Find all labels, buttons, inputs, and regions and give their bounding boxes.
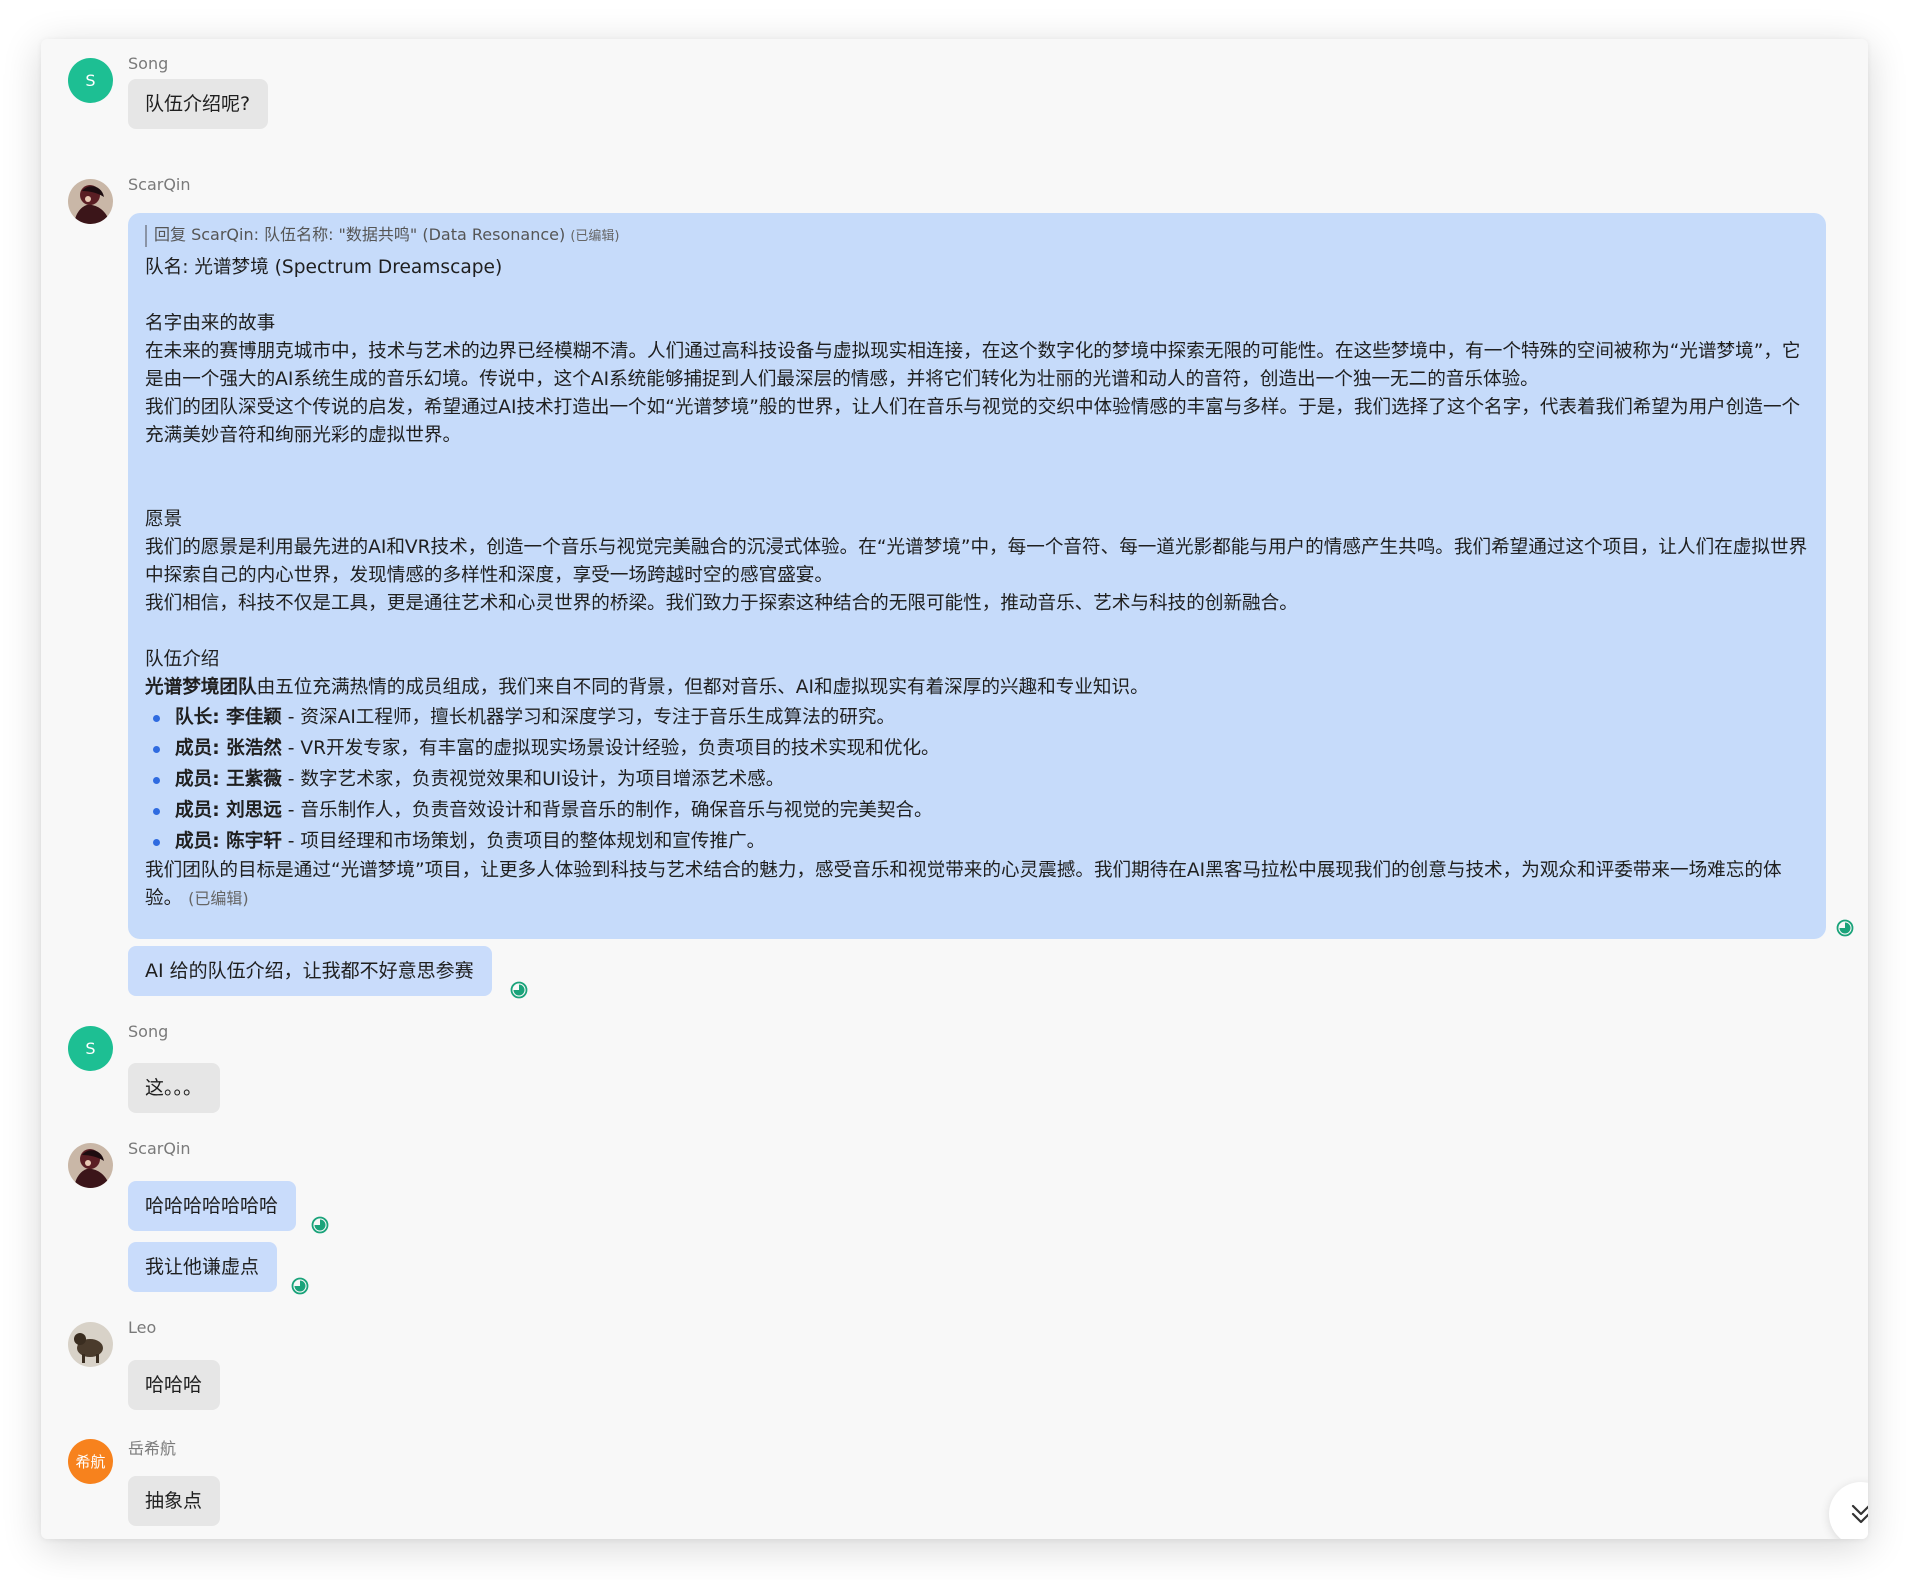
sender-name: Leo — [128, 1318, 157, 1337]
sender-name: 岳希航 — [128, 1439, 177, 1458]
story-paragraph: 我们的团队深受这个传说的启发，希望通过AI技术打造出一个如“光谱梦境”般的世界，… — [145, 397, 1801, 446]
story-paragraph: 在未来的赛博朋克城市中，技术与艺术的边界已经模糊不清。人们通过高科技设备与虚拟现… — [145, 341, 1801, 390]
read-check-icon — [510, 981, 528, 999]
member-item: 队长: 李佳颖 - 资深AI工程师，擅长机器学习和深度学习，专注于音乐生成算法的… — [153, 702, 1808, 733]
closing-paragraph: 我们团队的目标是通过“光谱梦境”项目，让更多人体验到科技与艺术结合的魅力，感受音… — [145, 857, 1808, 913]
vision-title: 愿景 — [145, 509, 183, 530]
message-bubble[interactable]: 哈哈哈 — [128, 1360, 221, 1410]
read-check-icon — [291, 1277, 309, 1295]
message-bubble[interactable]: 这。。。 — [128, 1063, 221, 1113]
edited-tag: (已编辑) — [188, 889, 249, 908]
edited-tag: (已编辑) — [570, 229, 620, 244]
vision-paragraph: 我们相信，科技不仅是工具，更是通往艺术和心灵世界的桥梁。我们致力于探索这种结合的… — [145, 593, 1298, 614]
member-desc: - VR开发专家，有丰富的虚拟现实场景设计经验，负责项目的技术实现和优化。 — [281, 738, 940, 759]
reply-quote[interactable]: 回复 ScarQin: 队伍名称: "数据共鸣" (Data Resonance… — [145, 225, 1808, 247]
team-intro-bold: 光谱梦境团队 — [145, 677, 257, 698]
member-item: 成员: 王紫薇 - 数字艺术家，负责视觉效果和UI设计，为项目增添艺术感。 — [153, 764, 1808, 795]
team-intro-text: 由五位充满热情的成员组成，我们来自不同的背景，但都对音乐、AI和虚拟现实有着深厚… — [256, 677, 1149, 698]
vision-paragraph: 我们的愿景是利用最先进的AI和VR技术，创造一个音乐与视觉完美融合的沉浸式体验。… — [145, 537, 1808, 586]
scroll-to-bottom-button[interactable] — [1829, 1482, 1868, 1539]
chat-window: S Song 队伍介绍呢? ScarQin 回复 ScarQin: 队伍名称: … — [41, 39, 1868, 1539]
member-list: 队长: 李佳颖 - 资深AI工程师，擅长机器学习和深度学习，专注于音乐生成算法的… — [145, 702, 1808, 857]
message-bubble[interactable]: 我让他谦虚点 — [128, 1242, 278, 1292]
message-bubble[interactable]: 抽象点 — [128, 1476, 221, 1526]
sender-name: ScarQin — [128, 1139, 191, 1158]
member-desc: - 数字艺术家，负责视觉效果和UI设计，为项目增添艺术感。 — [281, 769, 785, 790]
member-desc: - 资深AI工程师，擅长机器学习和深度学习，专注于音乐生成算法的研究。 — [281, 707, 896, 728]
avatar-song[interactable]: S — [68, 1026, 113, 1071]
team-intro: 光谱梦境团队由五位充满热情的成员组成，我们来自不同的背景，但都对音乐、AI和虚拟… — [145, 674, 1808, 702]
team-name-line: 队名: 光谱梦境 (Spectrum Dreamscape) — [145, 257, 503, 278]
reply-quote-text: 回复 ScarQin: 队伍名称: "数据共鸣" (Data Resonance… — [154, 225, 566, 244]
member-desc: - 项目经理和市场策划，负责项目的整体规划和宣传推广。 — [281, 831, 766, 852]
long-message-bubble[interactable]: 回复 ScarQin: 队伍名称: "数据共鸣" (Data Resonance… — [128, 213, 1826, 939]
member-desc: - 音乐制作人，负责音效设计和背景音乐的制作，确保音乐与视觉的完美契合。 — [281, 800, 933, 821]
team-title: 队伍介绍 — [145, 649, 220, 670]
avatar-leo[interactable] — [68, 1322, 113, 1367]
sender-name: ScarQin — [128, 175, 191, 194]
sender-name: Song — [128, 54, 169, 73]
member-item: 成员: 陈宇轩 - 项目经理和市场策划，负责项目的整体规划和宣传推广。 — [153, 826, 1808, 857]
member-item: 成员: 刘思远 - 音乐制作人，负责音效设计和背景音乐的制作，确保音乐与视觉的完… — [153, 795, 1808, 826]
message-bubble[interactable]: 哈哈哈哈哈哈哈 — [128, 1181, 297, 1231]
avatar-scarqin[interactable] — [68, 179, 113, 224]
closing-text: 我们团队的目标是通过“光谱梦境”项目，让更多人体验到科技与艺术结合的魅力，感受音… — [145, 860, 1782, 909]
message-bubble[interactable]: 队伍介绍呢? — [128, 79, 269, 129]
read-check-icon — [311, 1216, 329, 1234]
message-bubble[interactable]: AI 给的队伍介绍，让我都不好意思参赛 — [128, 946, 492, 996]
member-role: 成员: 刘思远 — [175, 800, 282, 821]
member-item: 成员: 张浩然 - VR开发专家，有丰富的虚拟现实场景设计经验，负责项目的技术实… — [153, 733, 1808, 764]
double-chevron-down-icon — [1851, 1504, 1868, 1524]
member-role: 成员: 陈宇轩 — [175, 831, 282, 852]
member-role: 成员: 张浩然 — [175, 738, 282, 759]
avatar-image — [68, 1322, 113, 1367]
sender-name: Song — [128, 1022, 169, 1041]
avatar-song[interactable]: S — [68, 58, 113, 103]
read-check-icon — [1836, 919, 1854, 937]
member-role: 队长: 李佳颖 — [175, 707, 282, 728]
avatar-scarqin[interactable] — [68, 1143, 113, 1188]
member-role: 成员: 王紫薇 — [175, 769, 282, 790]
story-title: 名字由来的故事 — [145, 313, 276, 334]
avatar-yuexihang[interactable]: 希航 — [68, 1439, 113, 1484]
avatar-image — [68, 179, 113, 224]
avatar-image — [68, 1143, 113, 1188]
